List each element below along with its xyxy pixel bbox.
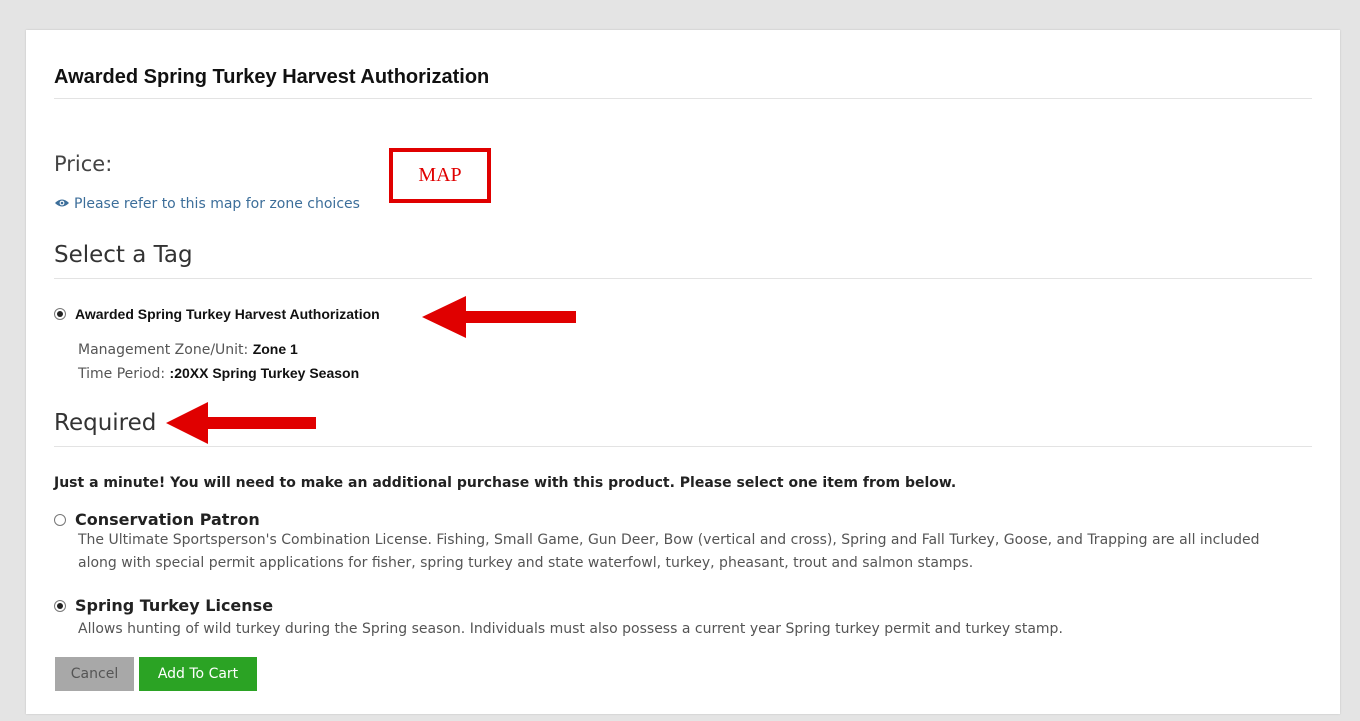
period-label: Time Period:: [78, 366, 170, 382]
option-label: Spring Turkey License: [75, 596, 274, 615]
option-description: The Ultimate Sportsperson's Combination …: [78, 532, 1260, 571]
period-value: :20XX Spring Turkey Season: [169, 365, 360, 381]
price-label: Price:: [54, 152, 113, 176]
required-heading: Required: [54, 410, 157, 436]
map-link-text[interactable]: Please refer to this map for zone choice…: [74, 196, 360, 212]
map-annotation-box[interactable]: MAP: [389, 148, 491, 203]
zone-label: Management Zone/Unit:: [78, 342, 253, 358]
zone-detail: Management Zone/Unit: Zone 1: [78, 341, 298, 358]
cancel-button[interactable]: Cancel: [55, 657, 134, 691]
required-notice: Just a minute! You will need to make an …: [54, 475, 957, 491]
tag-option-radio[interactable]: Awarded Spring Turkey Harvest Authorizat…: [54, 306, 380, 322]
page-title: Awarded Spring Turkey Harvest Authorizat…: [54, 66, 490, 88]
option-spring-turkey-license[interactable]: Spring Turkey License: [54, 596, 273, 615]
map-link[interactable]: Please refer to this map for zone choice…: [54, 196, 360, 212]
radio-checked-icon[interactable]: [54, 599, 66, 612]
title-divider: [54, 98, 1312, 99]
option-label: Conservation Patron: [75, 510, 260, 529]
tag-option-label: Awarded Spring Turkey Harvest Authorizat…: [75, 306, 380, 322]
option-description: Allows hunting of wild turkey during the…: [78, 621, 1063, 637]
map-annotation-label: MAP: [418, 164, 462, 186]
radio-unchecked-icon[interactable]: [54, 513, 66, 526]
add-to-cart-button[interactable]: Add To Cart: [139, 657, 257, 691]
required-divider: [54, 446, 1312, 447]
left-arrow-icon: [422, 296, 576, 338]
radio-checked-icon[interactable]: [54, 308, 66, 320]
zone-value: Zone 1: [252, 341, 298, 357]
option-conservation-patron[interactable]: Conservation Patron: [54, 510, 260, 529]
period-detail: Time Period: :20XX Spring Turkey Season: [78, 365, 359, 382]
select-tag-heading: Select a Tag: [54, 242, 193, 268]
left-arrow-icon: [166, 402, 316, 444]
eye-icon: [54, 196, 70, 212]
select-tag-divider: [54, 278, 1312, 279]
